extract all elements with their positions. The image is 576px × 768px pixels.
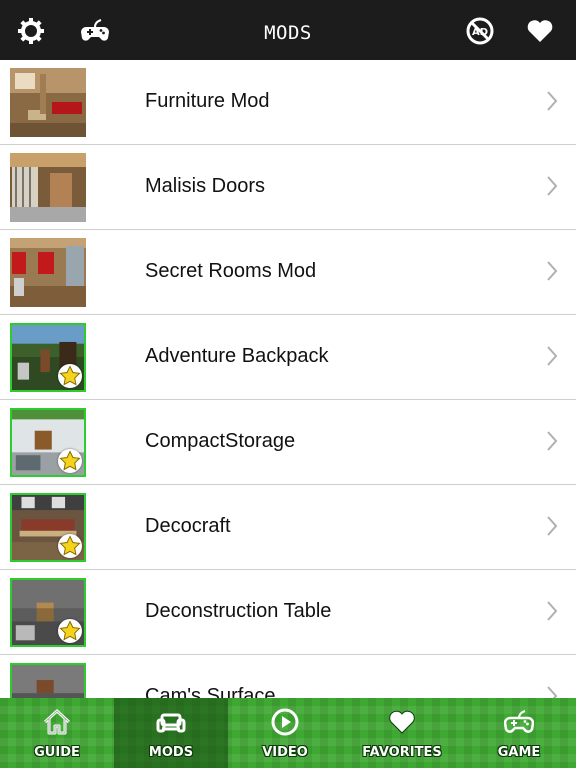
list-item[interactable]: Deconstruction Table: [0, 570, 576, 655]
gear-icon[interactable]: [16, 16, 46, 46]
mod-name: Malisis Doors: [145, 175, 266, 197]
heart-icon: [387, 707, 417, 737]
mod-thumbnail: [10, 408, 86, 477]
mod-name: Deconstruction Table: [145, 600, 332, 622]
tab-label: MODS: [148, 745, 194, 760]
tab-favorites[interactable]: FAVORITES: [345, 698, 459, 768]
chevron-right-icon: [546, 260, 558, 282]
tab-video[interactable]: VIDEO: [228, 698, 342, 768]
play-icon: [270, 707, 300, 737]
mod-name: Cam's Surface: [145, 685, 276, 698]
chevron-right-icon: [546, 515, 558, 537]
list-item[interactable]: Malisis Doors: [0, 145, 576, 230]
mod-thumbnail: [10, 323, 86, 392]
heart-icon[interactable]: [525, 16, 555, 46]
list-item[interactable]: Decocraft: [0, 485, 576, 570]
mod-name: CompactStorage: [145, 430, 296, 452]
top-bar: MODS AD: [0, 0, 576, 60]
tab-label: GUIDE: [34, 745, 80, 760]
list-item[interactable]: Secret Rooms Mod: [0, 230, 576, 315]
chevron-right-icon: [546, 430, 558, 452]
gamepad-icon: [504, 707, 534, 737]
gamepad-icon[interactable]: [80, 16, 110, 46]
mod-thumbnail: [10, 153, 86, 222]
chevron-right-icon: [546, 600, 558, 622]
tab-label: FAVORITES: [362, 745, 442, 760]
page-title: MODS: [264, 22, 312, 44]
tab-bar: GUIDE MODS VIDEO FAVORITES GAME: [0, 698, 576, 768]
tab-label: VIDEO: [262, 745, 308, 760]
star-icon: [58, 364, 82, 388]
tab-mods[interactable]: MODS: [114, 698, 228, 768]
tab-game[interactable]: GAME: [462, 698, 576, 768]
no-ads-icon[interactable]: AD: [465, 16, 495, 46]
star-icon: [58, 619, 82, 643]
mod-thumbnail: [10, 238, 86, 307]
list-item[interactable]: Furniture Mod: [0, 60, 576, 145]
sofa-icon: [156, 707, 186, 737]
mod-thumbnail: [10, 578, 86, 647]
mod-list[interactable]: Furniture Mod Malisis Doors Secret Rooms M…: [0, 60, 576, 698]
chevron-right-icon: [546, 345, 558, 367]
list-item[interactable]: CompactStorage: [0, 400, 576, 485]
list-item[interactable]: Adventure Backpack: [0, 315, 576, 400]
star-icon: [58, 449, 82, 473]
mod-thumbnail: [10, 663, 86, 698]
chevron-right-icon: [546, 685, 558, 698]
chevron-right-icon: [546, 175, 558, 197]
star-icon: [58, 534, 82, 558]
tab-label: GAME: [497, 745, 541, 760]
mod-name: Decocraft: [145, 515, 231, 537]
mod-name: Secret Rooms Mod: [145, 260, 317, 282]
mod-name: Adventure Backpack: [145, 345, 329, 367]
tab-guide[interactable]: GUIDE: [0, 698, 114, 768]
mod-thumbnail: [10, 68, 86, 137]
home-icon: [42, 707, 72, 737]
mod-name: Furniture Mod: [145, 90, 270, 112]
chevron-right-icon: [546, 90, 558, 112]
list-item[interactable]: Cam's Surface: [0, 655, 576, 698]
mod-thumbnail: [10, 493, 86, 562]
